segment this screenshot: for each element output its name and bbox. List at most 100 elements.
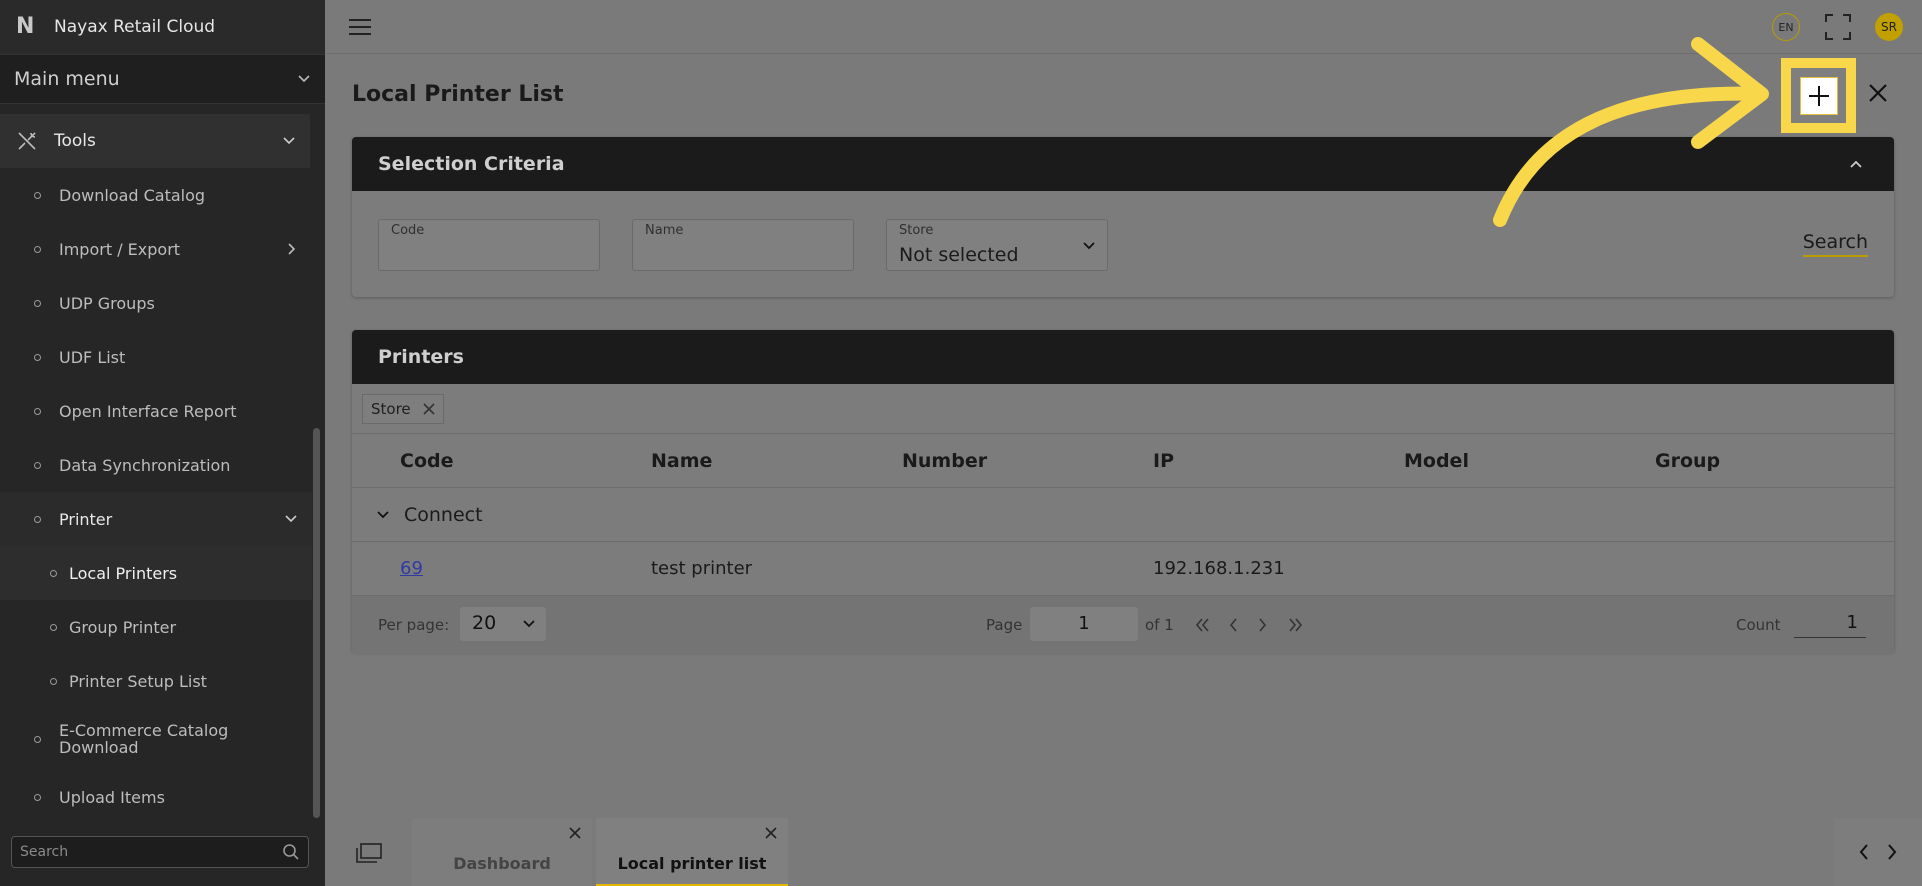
nayax-logo-icon: N (16, 14, 35, 39)
sidebar-item-label: UDF List (59, 347, 126, 367)
bullet-icon (34, 191, 41, 199)
close-icon[interactable] (423, 403, 435, 415)
sidebar-search-input[interactable]: Search (11, 836, 309, 868)
field-label: Code (391, 223, 425, 238)
sidebar-item-download-catalog[interactable]: Download Catalog (0, 168, 312, 222)
close-tab-icon[interactable] (764, 826, 778, 840)
bullet-icon (34, 299, 41, 307)
sidebar-item-upload-items[interactable]: Upload Items (0, 770, 312, 824)
sidebar-item-label: Printer Setup List (69, 671, 207, 691)
selection-criteria-header[interactable]: Selection Criteria (352, 137, 1894, 191)
field-label: Store (899, 223, 934, 238)
column-header-name[interactable]: Name (651, 450, 712, 472)
sidebar-scrollbar[interactable] (313, 428, 320, 818)
next-page-icon[interactable] (1258, 618, 1268, 632)
bullet-icon (34, 407, 41, 415)
table-row[interactable]: 69 test printer 192.168.1.231 (352, 542, 1894, 596)
chevron-down-icon (283, 137, 295, 145)
brand[interactable]: N Nayax Retail Cloud (0, 0, 325, 54)
tab-label: Dashboard (453, 854, 551, 873)
group-chip[interactable]: Store (362, 394, 444, 424)
sidebar-item-local-printers[interactable]: Local Printers (0, 546, 312, 600)
bullet-icon (34, 793, 41, 801)
user-avatar[interactable]: SR (1875, 13, 1903, 41)
main-menu-toggle[interactable]: Main menu (0, 54, 325, 104)
windows-icon[interactable] (356, 843, 382, 863)
sidebar-item-udp-groups[interactable]: UDP Groups (0, 276, 312, 330)
sidebar-item-data-synchronization[interactable]: Data Synchronization (0, 438, 312, 492)
chip-label: Store (371, 400, 411, 418)
bullet-icon (34, 353, 41, 361)
bullet-icon (50, 677, 57, 685)
search-button[interactable]: Search (1802, 231, 1868, 257)
sidebar-item-label: Tools (54, 131, 96, 151)
first-page-icon[interactable] (1194, 618, 1210, 632)
sidebar-item-udf-list[interactable]: UDF List (0, 330, 312, 384)
tab-dashboard[interactable]: Dashboard (412, 818, 592, 886)
sidebar-item-group-printer[interactable]: Group Printer (0, 600, 312, 654)
printers-panel: Printers Store Code Name Number IP Model… (352, 330, 1894, 654)
column-header-ip[interactable]: IP (1153, 450, 1174, 472)
main-menu-label: Main menu (14, 68, 120, 90)
language-selector[interactable]: EN (1772, 13, 1800, 41)
close-icon[interactable] (1867, 82, 1889, 104)
tab-label: Local printer list (617, 854, 767, 873)
store-select[interactable]: Store Not selected (886, 219, 1108, 271)
plus-icon (1799, 76, 1838, 115)
fullscreen-icon[interactable] (1825, 14, 1851, 40)
chevron-right-icon[interactable] (1886, 843, 1898, 861)
sidebar: N Nayax Retail Cloud Main menu Tools Dow… (0, 0, 325, 886)
name-field[interactable]: Name (632, 219, 854, 271)
column-header-number[interactable]: Number (902, 450, 987, 472)
sidebar-item-label: Open Interface Report (59, 401, 237, 421)
group-by-bar: Store (352, 384, 1894, 434)
per-page-label: Per page: (378, 616, 450, 634)
last-page-icon[interactable] (1288, 618, 1304, 632)
hamburger-menu-icon[interactable] (349, 19, 371, 35)
chevron-up-icon[interactable] (1848, 156, 1864, 172)
per-page-value: 20 (472, 612, 497, 634)
sidebar-item-printer[interactable]: Printer (0, 492, 312, 546)
column-header-code[interactable]: Code (400, 450, 453, 472)
close-tab-icon[interactable] (568, 826, 582, 840)
per-page-select[interactable]: 20 (460, 607, 546, 641)
chevron-down-icon (285, 515, 297, 523)
sidebar-item-label: UDP Groups (59, 293, 155, 313)
sidebar-item-ecommerce-catalog-download[interactable]: E-Commerce Catalog Download (0, 708, 312, 770)
tab-local-printer-list[interactable]: Local printer list (596, 818, 788, 886)
pagination-bar: Per page: 20 Page 1 of 1 Count 1 (352, 596, 1894, 654)
page-input[interactable]: 1 (1030, 607, 1138, 641)
sidebar-item-printer-setup-list[interactable]: Printer Setup List (0, 654, 312, 708)
app-title: Nayax Retail Cloud (54, 17, 216, 37)
bullet-icon (50, 623, 57, 631)
sidebar-item-label: Download Catalog (59, 185, 206, 205)
previous-page-icon[interactable] (1228, 618, 1238, 632)
page-label: Page (986, 616, 1023, 634)
printers-header: Printers (352, 330, 1894, 384)
chevron-down-icon[interactable] (376, 508, 390, 522)
group-row[interactable]: Connect (352, 488, 1894, 542)
sidebar-item-label: Local Printers (69, 563, 178, 583)
sidebar-menu: Tools Download Catalog Import / Export U… (0, 114, 312, 824)
bullet-icon (50, 569, 57, 577)
column-header-group[interactable]: Group (1655, 450, 1720, 472)
chevron-right-icon (288, 243, 296, 255)
panel-title: Selection Criteria (378, 153, 565, 175)
printer-code-link[interactable]: 69 (400, 558, 423, 579)
sidebar-item-label: Group Printer (69, 617, 177, 637)
search-icon (283, 844, 299, 860)
page-value: 1 (1078, 613, 1090, 634)
code-field[interactable]: Code (378, 219, 600, 271)
column-header-model[interactable]: Model (1404, 450, 1469, 472)
search-placeholder: Search (20, 844, 69, 860)
page-of-label: of 1 (1145, 616, 1174, 634)
chevron-left-icon[interactable] (1858, 843, 1870, 861)
sidebar-item-tools[interactable]: Tools (0, 114, 310, 168)
tools-icon (18, 132, 36, 150)
count-label: Count (1736, 616, 1781, 634)
sidebar-item-open-interface-report[interactable]: Open Interface Report (0, 384, 312, 438)
add-printer-button[interactable] (1781, 58, 1856, 133)
sidebar-item-import-export[interactable]: Import / Export (0, 222, 312, 276)
panel-title: Printers (378, 346, 464, 368)
selection-criteria-panel: Selection Criteria Code Name Store Not s… (352, 137, 1894, 297)
